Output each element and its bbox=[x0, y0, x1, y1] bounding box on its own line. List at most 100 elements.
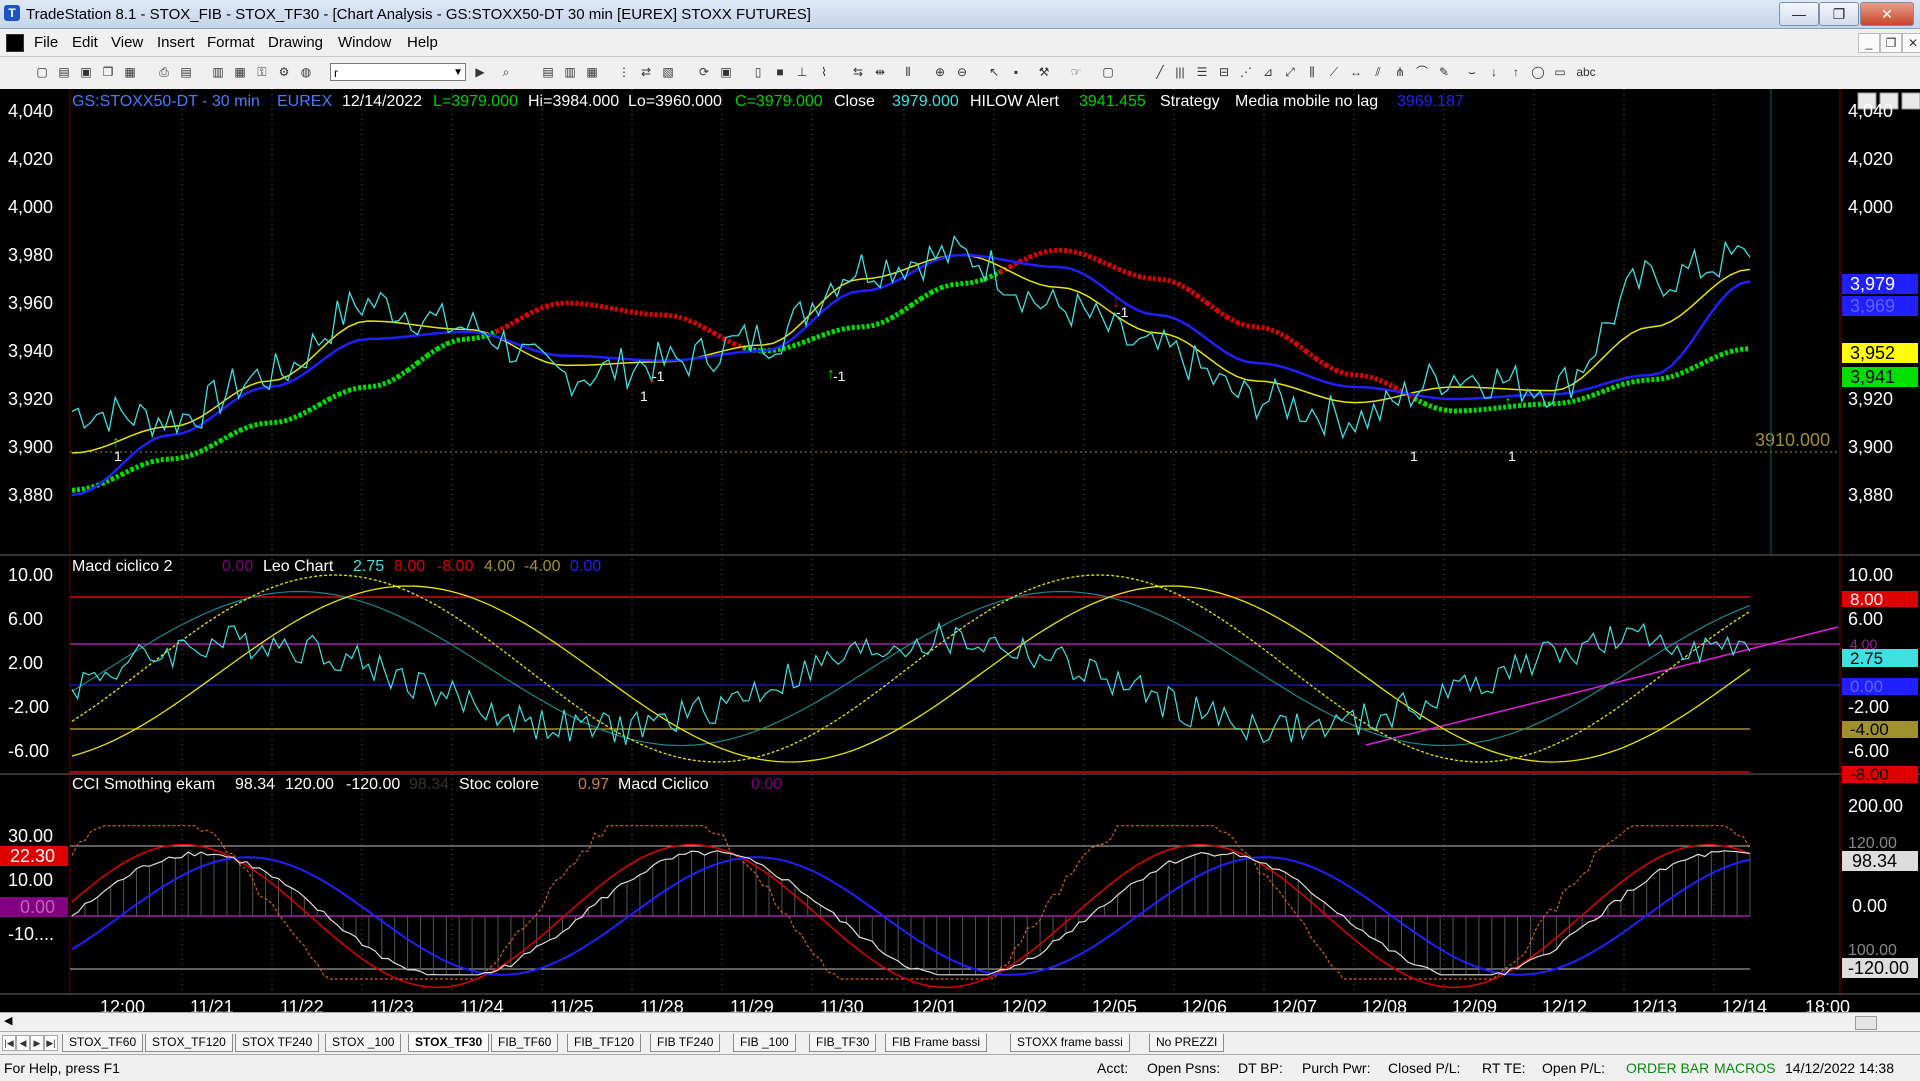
status-order-bar[interactable]: ORDER BAR bbox=[1626, 1060, 1709, 1076]
macd-yellow-line[interactable] bbox=[71, 585, 1751, 763]
open-icon[interactable]: ▤ bbox=[56, 64, 72, 80]
globe-icon[interactable]: ◍ bbox=[298, 64, 314, 80]
tab-first-icon[interactable]: |◀ bbox=[2, 1035, 16, 1051]
curve-icon[interactable]: ⌣ bbox=[1464, 64, 1480, 80]
retracement-icon[interactable]: ⊿ bbox=[1260, 64, 1276, 80]
new-window-icon[interactable]: ❐ bbox=[100, 64, 116, 80]
print-icon[interactable]: ⎙ bbox=[156, 64, 172, 80]
menu-help[interactable]: Help bbox=[407, 34, 438, 51]
new-icon[interactable]: ▢ bbox=[34, 64, 50, 80]
hand-icon[interactable]: ☞ bbox=[1068, 64, 1084, 80]
print-preview-icon[interactable]: ▤ bbox=[178, 64, 194, 80]
minimize-button[interactable]: — bbox=[1779, 2, 1819, 26]
hilow-down-series[interactable] bbox=[495, 247, 1416, 401]
format-symbol-icon[interactable]: ▥ bbox=[562, 64, 578, 80]
channel-icon[interactable]: ⊟ bbox=[1216, 64, 1232, 80]
tab-stox-tf60[interactable]: STOX_TF60 bbox=[62, 1034, 144, 1052]
tab-prev-icon[interactable]: ◀ bbox=[16, 1035, 30, 1051]
workspace-icon[interactable]: ▦ bbox=[122, 64, 138, 80]
tab-fib-tf120[interactable]: FIB_TF120 bbox=[567, 1034, 642, 1052]
tab-fib-frame-bassi[interactable]: FIB Frame bassi bbox=[885, 1034, 988, 1052]
media-mobile-no-lag-line[interactable] bbox=[71, 253, 1751, 497]
ohlc-icon[interactable]: ⊥ bbox=[794, 64, 810, 80]
tab-stox-tf30[interactable]: STOX_TF30 bbox=[408, 1034, 490, 1052]
arrow-down-icon[interactable]: ↓ bbox=[1486, 64, 1502, 80]
menu-view[interactable]: View bbox=[111, 34, 143, 51]
horizontal-scrollbar[interactable]: ◀ bbox=[0, 1012, 1920, 1031]
symbol-lookup-icon[interactable]: ⌕ bbox=[498, 64, 514, 80]
close-button[interactable]: ✕ bbox=[1860, 2, 1914, 26]
mdi-minimize-button[interactable]: _ bbox=[1858, 33, 1880, 53]
menu-format[interactable]: Format bbox=[207, 34, 255, 51]
menu-drawing[interactable]: Drawing bbox=[268, 34, 323, 51]
trendline-icon[interactable]: ╱ bbox=[1152, 64, 1168, 80]
bars-icon[interactable]: ⫴ bbox=[900, 64, 916, 80]
yellow-average-line[interactable] bbox=[71, 254, 1751, 454]
symbol-combo[interactable]: r ▼ bbox=[330, 63, 466, 81]
chart-window-icon[interactable]: ▥ bbox=[210, 64, 226, 80]
format-window-icon[interactable]: ▤ bbox=[540, 64, 556, 80]
fan-icon[interactable]: ⋰ bbox=[1238, 64, 1254, 80]
mdi-close-button[interactable]: ✕ bbox=[1902, 33, 1920, 53]
tools-icon[interactable]: ⚒ bbox=[1036, 64, 1052, 80]
arc-icon[interactable]: ⌒ bbox=[1414, 64, 1430, 80]
zoom-in-icon[interactable]: ⊕ bbox=[932, 64, 948, 80]
data-window-icon[interactable]: ▣ bbox=[718, 64, 734, 80]
tab-stox-tf120[interactable]: STOX_TF120 bbox=[145, 1034, 233, 1052]
vline-icon[interactable]: ||| bbox=[1172, 64, 1188, 80]
rectangle-icon[interactable]: ▭ bbox=[1552, 64, 1568, 80]
tab-no-prezzi[interactable]: No PREZZI bbox=[1149, 1034, 1225, 1052]
parallel-icon[interactable]: ⫽ bbox=[1370, 64, 1386, 80]
fib-icon[interactable]: ⫼ bbox=[1304, 64, 1320, 80]
menu-edit[interactable]: Edit bbox=[72, 34, 98, 51]
insert-indicator-icon[interactable]: ▦ bbox=[584, 64, 600, 80]
chart-canvas[interactable]: GS:STOXX50-DT - 30 min EUREX 12/14/2022 … bbox=[0, 89, 1920, 1012]
strategy-icon[interactable]: ⇄ bbox=[638, 64, 654, 80]
bar-chart-icon[interactable]: ⋮ bbox=[616, 64, 632, 80]
mdi-restore-button[interactable]: ❐ bbox=[1880, 33, 1902, 53]
pointer-icon[interactable]: ↖ bbox=[986, 64, 1002, 80]
subwindow-close-button[interactable] bbox=[1901, 92, 1920, 110]
hilow-up-series[interactable] bbox=[71, 269, 1751, 493]
pen-icon[interactable]: ✎ bbox=[1436, 64, 1452, 80]
select-icon[interactable]: ▪ bbox=[1008, 64, 1024, 80]
maximize-button[interactable]: ❐ bbox=[1819, 2, 1859, 26]
scrollbar-thumb[interactable] bbox=[1855, 1016, 1877, 1030]
tab-next-icon[interactable]: ▶ bbox=[30, 1035, 44, 1051]
text-icon[interactable]: abc bbox=[1574, 64, 1598, 80]
tab-fib-100[interactable]: FIB _100 bbox=[733, 1034, 796, 1052]
tab-fib-tf30[interactable]: FIB_TF30 bbox=[809, 1034, 877, 1052]
lock-icon[interactable]: ⚿ bbox=[254, 64, 270, 80]
macd-cyan-line[interactable] bbox=[71, 621, 1751, 745]
tab-stoxx-frame-bassi[interactable]: STOXX frame bassi bbox=[1010, 1034, 1130, 1052]
analysis-icon[interactable]: ▧ bbox=[660, 64, 676, 80]
scroll-left-icon[interactable]: ◀ bbox=[4, 1014, 12, 1027]
hline-icon[interactable]: ☰ bbox=[1194, 64, 1210, 80]
ray-icon[interactable]: ⤢ bbox=[1282, 64, 1298, 80]
tab-last-icon[interactable]: ▶| bbox=[44, 1035, 58, 1051]
tab-stox-tf240[interactable]: STOX TF240 bbox=[235, 1034, 320, 1052]
ellipse-icon[interactable]: ◯ bbox=[1530, 64, 1546, 80]
line-chart-icon[interactable]: ⌇ bbox=[816, 64, 832, 80]
menu-window[interactable]: Window bbox=[338, 34, 391, 51]
chart-analysis-window[interactable]: GS:STOXX50-DT - 30 min EUREX 12/14/2022 … bbox=[0, 89, 1920, 1012]
scanner-icon[interactable]: ⚙ bbox=[276, 64, 292, 80]
misc-icon[interactable]: ▢ bbox=[1100, 64, 1116, 80]
refresh-icon[interactable]: ⟳ bbox=[696, 64, 712, 80]
chart-type-icon[interactable]: ■ bbox=[772, 64, 788, 80]
candle-icon[interactable]: ▯ bbox=[750, 64, 766, 80]
gann-icon[interactable]: ⟋ bbox=[1326, 64, 1342, 80]
tab-fib-tf240[interactable]: FIB TF240 bbox=[650, 1034, 721, 1052]
document-icon[interactable] bbox=[6, 34, 24, 52]
spacing-icon[interactable]: ⇹ bbox=[872, 64, 888, 80]
status-macros[interactable]: MACROS bbox=[1714, 1060, 1775, 1076]
zoom-pan-icon[interactable]: ⇆ bbox=[850, 64, 866, 80]
save-icon[interactable]: ▣ bbox=[78, 64, 94, 80]
tab-fib-tf60[interactable]: FIB_TF60 bbox=[491, 1034, 559, 1052]
tab-stox-100[interactable]: STOX _100 bbox=[325, 1034, 402, 1052]
arrow-up-icon[interactable]: ↑ bbox=[1508, 64, 1524, 80]
menu-file[interactable]: File bbox=[34, 34, 58, 51]
go-icon[interactable]: ▶ bbox=[472, 64, 488, 80]
radar-icon[interactable]: ▦ bbox=[232, 64, 248, 80]
zoom-out-icon[interactable]: ⊖ bbox=[954, 64, 970, 80]
